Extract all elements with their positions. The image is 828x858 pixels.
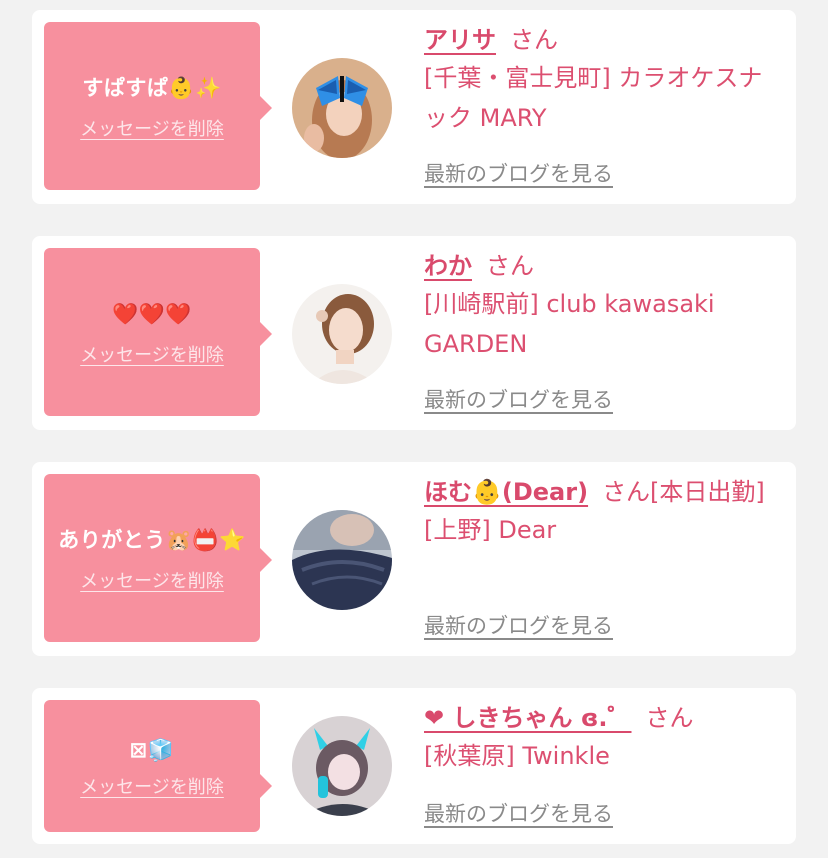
- cast-name-link[interactable]: ❤ しきちゃん ɞ.゜: [424, 704, 632, 732]
- cast-name-link[interactable]: ほむ👶(Dear): [424, 478, 588, 506]
- cast-info: ❤ しきちゃん ɞ.゜ さん [秋葉原] Twinkle: [424, 700, 774, 776]
- shop-info: [秋葉原] Twinkle: [424, 742, 610, 770]
- shop-info: [上野] Dear: [424, 516, 557, 544]
- avatar[interactable]: [292, 510, 392, 610]
- message-bubble: ありがとう🐹📛⭐ メッセージを削除: [44, 474, 272, 642]
- cast-info: ほむ👶(Dear) さん[本日出勤] [上野] Dear: [424, 474, 774, 550]
- latest-blog-link[interactable]: 最新のブログを見る: [424, 610, 613, 640]
- message-text: ありがとう🐹📛⭐: [58, 528, 246, 552]
- message-card: ⊠🧊 メッセージを削除 ❤ しきちゃん ɞ.゜ さん [秋葉原] Twinkle …: [32, 688, 796, 844]
- message-card: ありがとう🐹📛⭐ メッセージを削除 ほむ👶(Dear) さん[本日出勤] [上野]…: [32, 462, 796, 656]
- latest-blog-link[interactable]: 最新のブログを見る: [424, 158, 613, 188]
- message-text: ❤️❤️❤️: [112, 302, 192, 326]
- cast-info: アリサ さん [千葉・富士見町] カラオケスナック MARY: [424, 22, 774, 138]
- message-text: ⊠🧊: [129, 738, 175, 762]
- message-text: すぱすぱ👶✨: [82, 76, 222, 100]
- honorific: さん: [510, 26, 558, 54]
- avatar-photo: [292, 284, 392, 384]
- delete-message-link[interactable]: メッセージを削除: [80, 773, 224, 799]
- shop-info: [川崎駅前] club kawasaki GARDEN: [424, 290, 715, 358]
- cast-name-link[interactable]: わか: [424, 252, 472, 280]
- message-list: すぱすぱ👶✨ メッセージを削除 アリサ さん [千葉・富士見町] カラオケスナック…: [0, 0, 828, 858]
- delete-message-link[interactable]: メッセージを削除: [80, 341, 224, 367]
- avatar[interactable]: [292, 58, 392, 158]
- message-card: すぱすぱ👶✨ メッセージを削除 アリサ さん [千葉・富士見町] カラオケスナック…: [32, 10, 796, 204]
- avatar-photo: [292, 716, 392, 816]
- latest-blog-link[interactable]: 最新のブログを見る: [424, 798, 613, 828]
- avatar-photo: [292, 58, 392, 158]
- delete-message-link[interactable]: メッセージを削除: [80, 567, 224, 593]
- message-bubble: ❤️❤️❤️ メッセージを削除: [44, 248, 272, 416]
- delete-message-link[interactable]: メッセージを削除: [80, 115, 224, 141]
- message-bubble: ⊠🧊 メッセージを削除: [44, 700, 272, 832]
- honorific: さん: [486, 252, 534, 280]
- latest-blog-link[interactable]: 最新のブログを見る: [424, 384, 613, 414]
- shop-info: [千葉・富士見町] カラオケスナック MARY: [424, 64, 763, 132]
- honorific: さん: [645, 704, 694, 732]
- honorific: さん[本日出勤]: [602, 478, 765, 506]
- message-card: ❤️❤️❤️ メッセージを削除 わか さん [川崎駅前] club kawasak…: [32, 236, 796, 430]
- cast-info: わか さん [川崎駅前] club kawasaki GARDEN: [424, 248, 774, 364]
- avatar[interactable]: [292, 284, 392, 384]
- avatar[interactable]: [292, 716, 392, 816]
- message-bubble: すぱすぱ👶✨ メッセージを削除: [44, 22, 272, 190]
- cast-name-link[interactable]: アリサ: [424, 26, 496, 54]
- avatar-photo: [292, 510, 392, 610]
